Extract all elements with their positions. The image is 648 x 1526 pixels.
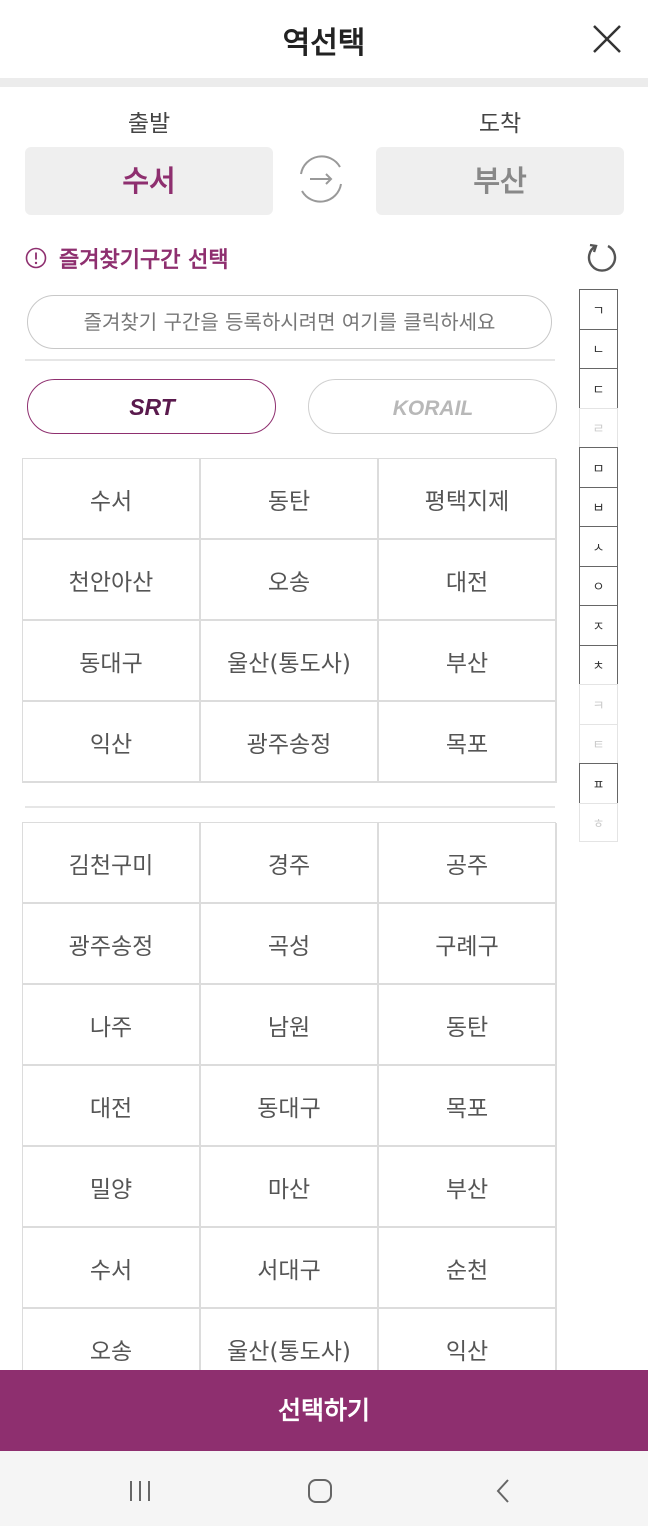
- korail-tab[interactable]: KORAIL: [308, 379, 557, 434]
- station-cell[interactable]: 목포: [379, 1066, 557, 1147]
- header: 역선택: [0, 0, 648, 78]
- refresh-icon[interactable]: [584, 240, 620, 276]
- departure-station-button[interactable]: 수서: [25, 147, 273, 215]
- station-cell[interactable]: 밀양: [23, 1147, 201, 1228]
- arrival-label: 도착: [478, 111, 522, 137]
- station-cell[interactable]: 수서: [23, 459, 201, 540]
- station-cell[interactable]: 부산: [379, 621, 557, 702]
- index-letter[interactable]: ㅅ: [579, 526, 618, 566]
- index-letter[interactable]: ㄱ: [579, 289, 618, 329]
- index-letter: ㄹ: [579, 407, 618, 447]
- index-letter[interactable]: ㅈ: [579, 605, 618, 645]
- page-title: 역선택: [282, 26, 366, 61]
- srt-tab[interactable]: SRT: [27, 379, 276, 434]
- arrival-station-button[interactable]: 부산: [376, 147, 624, 215]
- station-cell[interactable]: 대전: [379, 540, 557, 621]
- station-cell[interactable]: 경주: [201, 823, 379, 904]
- station-cell[interactable]: 울산(통도사): [201, 621, 379, 702]
- station-cell[interactable]: 순천: [379, 1228, 557, 1309]
- index-letter[interactable]: ㄷ: [579, 368, 618, 408]
- index-letter[interactable]: ㅇ: [579, 565, 618, 605]
- station-cell[interactable]: 대전: [23, 1066, 201, 1147]
- divider: [25, 806, 555, 808]
- station-cell[interactable]: 광주송정: [201, 702, 379, 783]
- station-cell[interactable]: 동탄: [379, 985, 557, 1066]
- station-cell[interactable]: 나주: [23, 985, 201, 1066]
- all-stations-grid: 김천구미 경주 공주광주송정 곡성 구례구나주 남원 동탄대전 동대구 목포밀양 마산 부산수서 서대…: [22, 822, 557, 1390]
- index-letter[interactable]: ㄴ: [579, 328, 618, 368]
- index-letter[interactable]: ㅊ: [579, 644, 618, 684]
- departure-label: 출발: [127, 111, 171, 137]
- favorites-register-field[interactable]: 즐겨찾기 구간을 등록하시려면 여기를 클릭하세요: [27, 295, 552, 349]
- station-cell[interactable]: 구례구: [379, 904, 557, 985]
- srt-logo-text: SRT: [129, 394, 177, 420]
- station-cell[interactable]: 부산: [379, 1147, 557, 1228]
- station-cell[interactable]: 남원: [201, 985, 379, 1066]
- back-icon[interactable]: [483, 1471, 523, 1511]
- station-cell[interactable]: 익산: [23, 702, 201, 783]
- recent-apps-icon[interactable]: [120, 1471, 160, 1511]
- index-letter: ㅎ: [579, 802, 618, 842]
- system-navigation-bar: [0, 1451, 648, 1526]
- station-cell[interactable]: 마산: [201, 1147, 379, 1228]
- index-letter[interactable]: ㅍ: [579, 763, 618, 803]
- station-cell[interactable]: 오송: [201, 540, 379, 621]
- station-cell[interactable]: 동탄: [201, 459, 379, 540]
- swap-stations-icon[interactable]: [293, 151, 349, 207]
- station-cell[interactable]: 평택지제: [379, 459, 557, 540]
- alert-icon: [25, 247, 47, 269]
- favorites-title: 즐겨찾기구간 선택: [59, 248, 229, 273]
- index-letter: ㅌ: [579, 723, 618, 763]
- station-cell[interactable]: 동대구: [201, 1066, 379, 1147]
- index-letter[interactable]: ㅁ: [579, 447, 618, 487]
- header-divider: [0, 78, 648, 87]
- main-stations-grid: 수서 동탄 평택지제천안아산 오송 대전동대구 울산(통도사) 부산익산 광주송정 목포: [22, 458, 557, 783]
- station-cell[interactable]: 수서: [23, 1228, 201, 1309]
- select-button[interactable]: 선택하기: [0, 1370, 648, 1451]
- consonant-index-bar: ㄱㄴㄷㄹㅁㅂㅅㅇㅈㅊㅋㅌㅍㅎ: [579, 289, 618, 842]
- index-letter[interactable]: ㅂ: [579, 486, 618, 526]
- station-cell[interactable]: 공주: [379, 823, 557, 904]
- srt-logo: SRT: [129, 394, 177, 420]
- station-cell[interactable]: 곡성: [201, 904, 379, 985]
- close-icon[interactable]: [590, 22, 624, 56]
- divider: [25, 359, 555, 361]
- korail-logo: KORAIL: [392, 397, 473, 420]
- korail-logo-text: KORAIL: [392, 397, 473, 420]
- home-icon[interactable]: [300, 1471, 340, 1511]
- station-cell[interactable]: 광주송정: [23, 904, 201, 985]
- favorites-header: 즐겨찾기구간 선택: [25, 242, 229, 274]
- station-cell[interactable]: 서대구: [201, 1228, 379, 1309]
- station-cell[interactable]: 목포: [379, 702, 557, 783]
- index-letter: ㅋ: [579, 684, 618, 724]
- station-cell[interactable]: 김천구미: [23, 823, 201, 904]
- station-cell[interactable]: 동대구: [23, 621, 201, 702]
- station-cell[interactable]: 천안아산: [23, 540, 201, 621]
